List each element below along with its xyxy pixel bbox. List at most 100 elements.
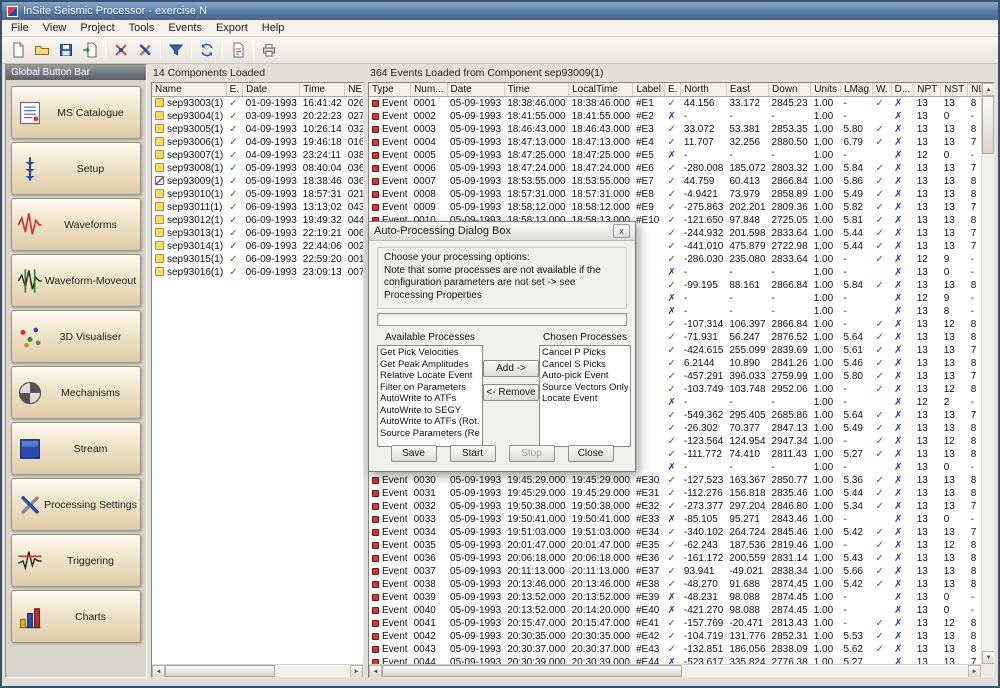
event-row[interactable]: Event000705-09-199318:53:55.00018:53:55.… — [369, 175, 981, 188]
component-row[interactable]: sep93004(1)✓03-09-199320:22:230275 — [152, 110, 363, 123]
event-row[interactable]: Event004205-09-199320:30:35.00020:30:35.… — [369, 630, 981, 643]
sidebar-button-triggering[interactable]: Triggering — [11, 534, 141, 587]
menu-file[interactable]: File — [4, 21, 36, 35]
component-row[interactable]: sep93015(1)✓06-09-199322:59:200015 — [152, 253, 363, 266]
column-header-nst[interactable]: NST — [941, 83, 968, 97]
column-header-nlt[interactable]: NLT — [968, 83, 981, 97]
scroll-right-icon[interactable] — [968, 665, 981, 678]
import-icon[interactable] — [78, 39, 102, 61]
component-row[interactable]: sep93008(1)✓05-09-199308:40:040363 — [152, 162, 363, 175]
events-vscrollbar[interactable] — [981, 83, 994, 664]
column-header-e[interactable]: E. — [226, 83, 242, 97]
dialog-close-icon[interactable]: x — [613, 224, 630, 238]
available-process-item[interactable]: Source Parameters (Req. I — [380, 428, 480, 440]
column-header-type[interactable]: Type — [369, 83, 411, 97]
event-row[interactable]: Event003505-09-199320:01:47.00020:01:47.… — [369, 539, 981, 552]
event-row[interactable]: Event000105-09-199318:38:46.00018:38:46.… — [369, 97, 981, 111]
title-bar[interactable]: InSite Seismic Processor - exercise N — [2, 2, 998, 20]
menu-help[interactable]: Help — [255, 21, 292, 35]
available-process-item[interactable]: Get Peak Amplitudes — [380, 359, 480, 371]
add-button[interactable]: Add -> — [483, 360, 539, 377]
scroll-thumb[interactable] — [165, 665, 275, 677]
menu-view[interactable]: View — [36, 21, 74, 35]
column-header-label[interactable]: Label — [633, 83, 664, 97]
column-header-e[interactable]: E. — [664, 83, 680, 97]
menu-tools[interactable]: Tools — [122, 21, 162, 35]
chosen-processes-list[interactable]: Cancel P PicksCancel S PicksAuto-pick Ev… — [539, 345, 631, 447]
close-button[interactable]: Close — [568, 445, 614, 462]
save-button[interactable]: Save — [391, 445, 437, 462]
sidebar-button-ms-catalogue[interactable]: MS Catalogue — [11, 86, 141, 139]
sidebar-button-charts[interactable]: Charts — [11, 590, 141, 643]
available-process-item[interactable]: AutoWrite to ATFs (Rot.) — [380, 416, 480, 428]
event-row[interactable]: Event000505-09-199318:47:25.00018:47:25.… — [369, 149, 981, 162]
event-row[interactable]: Event003205-09-199319:50:38.00019:50:38.… — [369, 500, 981, 513]
column-header-time[interactable]: Time — [300, 83, 345, 97]
available-process-item[interactable]: Filter on Parameters — [380, 382, 480, 394]
scroll-thumb[interactable] — [382, 665, 682, 677]
column-header-date[interactable]: Date — [447, 83, 504, 97]
event-row[interactable]: Event000605-09-199318:47:24.00018:47:24.… — [369, 162, 981, 175]
report-icon[interactable] — [226, 39, 250, 61]
event-row[interactable]: Event004405-09-199320:30:39.00020:30:39.… — [369, 656, 981, 664]
remove-button[interactable]: <- Remove — [483, 384, 539, 401]
event-row[interactable]: Event000805-09-199318:57:31.00018:57:31.… — [369, 188, 981, 201]
sidebar-button-setup[interactable]: Setup — [11, 142, 141, 195]
event-row[interactable]: Event004105-09-199320:15:47.00020:15:47.… — [369, 617, 981, 630]
available-process-item[interactable]: AutoWrite to ATFs — [380, 393, 480, 405]
column-header-east[interactable]: East — [726, 83, 768, 97]
event-row[interactable]: Event000905-09-199318:58:12.00018:58:12.… — [369, 201, 981, 214]
column-header-w[interactable]: W. — [873, 83, 892, 97]
sidebar-button-stream[interactable]: Stream — [11, 422, 141, 475]
component-row[interactable]: sep93010(1)✓05-09-199318:57:310216 — [152, 188, 363, 201]
available-processes-list[interactable]: Get Pick VelocitiesGet Peak AmplitudesRe… — [377, 345, 483, 447]
pick-tool-icon[interactable] — [109, 39, 133, 61]
column-header-ne[interactable]: NE — [345, 83, 363, 97]
available-process-item[interactable]: AutoWrite to SEGY — [380, 405, 480, 417]
event-row[interactable]: Event003305-09-199319:50:41.00019:50:41.… — [369, 513, 981, 526]
component-row[interactable]: sep93014(1)✓06-09-199322:44:060020 — [152, 240, 363, 253]
component-row[interactable]: sep93012(1)✓06-09-199319:49:320448 — [152, 214, 363, 227]
sidebar-button-processing-settings[interactable]: Processing Settings — [11, 478, 141, 531]
sidebar-button-waveforms[interactable]: Waveforms — [11, 198, 141, 251]
scroll-track[interactable] — [165, 665, 350, 677]
scroll-down-icon[interactable] — [982, 651, 995, 664]
event-row[interactable]: Event003705-09-199320:11:13.00020:11:13.… — [369, 565, 981, 578]
scroll-left-icon[interactable] — [369, 665, 382, 678]
scroll-right-icon[interactable] — [350, 665, 363, 678]
component-row[interactable]: sep93007(1)✓04-09-199323:24:110380 — [152, 149, 363, 162]
column-header-date[interactable]: Date — [243, 83, 300, 97]
event-row[interactable]: Event004305-09-199320:30:37.00020:30:37.… — [369, 643, 981, 656]
open-icon[interactable] — [30, 39, 54, 61]
new-file-icon[interactable] — [6, 39, 30, 61]
column-header-north[interactable]: North — [681, 83, 726, 97]
menu-events[interactable]: Events — [161, 21, 209, 35]
chosen-process-item[interactable]: Cancel P Picks — [542, 347, 628, 359]
scroll-thumb[interactable] — [982, 96, 994, 154]
column-header-localtime[interactable]: LocalTime — [569, 83, 633, 97]
scroll-up-icon[interactable] — [982, 83, 995, 96]
sidebar-button-waveform-moveout[interactable]: Waveform-Moveout — [11, 254, 141, 307]
scroll-track[interactable] — [382, 665, 968, 677]
event-row[interactable]: Event000405-09-199318:47:13.00018:47:13.… — [369, 136, 981, 149]
start-button[interactable]: Start — [450, 445, 496, 462]
component-row[interactable]: sep93011(1)✓06-09-199313:13:020438 — [152, 201, 363, 214]
available-process-item[interactable]: Relative Locate Event — [380, 370, 480, 382]
event-row[interactable]: Event003805-09-199320:13:46.00020:13:46.… — [369, 578, 981, 591]
refresh-icon[interactable] — [195, 39, 219, 61]
component-row[interactable]: sep93013(1)✓06-09-199322:19:210062 — [152, 227, 363, 240]
filter-icon[interactable] — [164, 39, 188, 61]
available-process-item[interactable]: Get Pick Velocities — [380, 347, 480, 359]
event-row[interactable]: Event003605-09-199320:06:18.00020:06:18.… — [369, 552, 981, 565]
chosen-process-item[interactable]: Auto-pick Event — [542, 370, 628, 382]
column-header-down[interactable]: Down — [769, 83, 811, 97]
chosen-process-item[interactable]: Cancel S Picks — [542, 359, 628, 371]
event-row[interactable]: Event000205-09-199318:41:55.00018:41:55.… — [369, 110, 981, 123]
sidebar-button-mechanisms[interactable]: Mechanisms — [11, 366, 141, 419]
print-icon[interactable] — [257, 39, 281, 61]
column-header-d[interactable]: D... — [891, 83, 914, 97]
component-row[interactable]: sep93005(1)✓04-09-199310:26:140328 — [152, 123, 363, 136]
events-hscrollbar[interactable] — [369, 664, 981, 677]
component-row[interactable]: sep93016(1)✓06-09-199323:09:130072 — [152, 266, 363, 279]
dialog-title-bar[interactable]: Auto-Processing Dialog Box x — [369, 222, 635, 241]
